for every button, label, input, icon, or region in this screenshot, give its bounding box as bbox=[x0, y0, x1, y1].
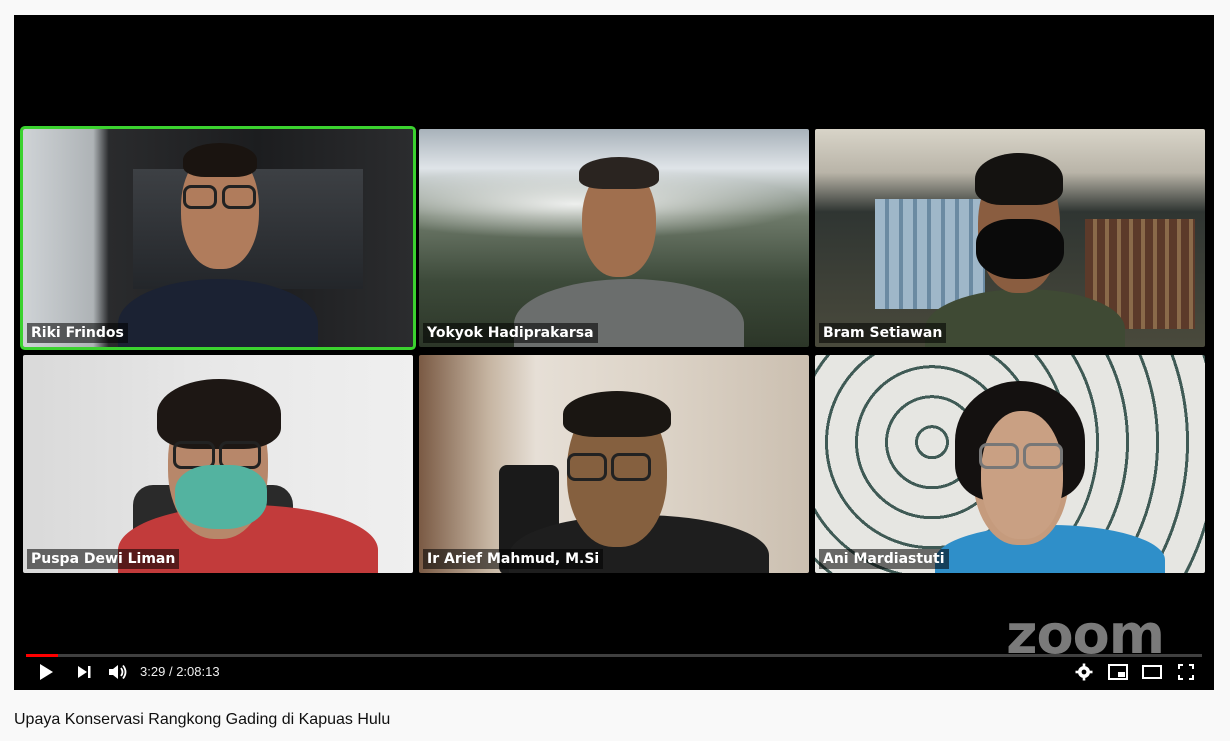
participant-name: Ani Mardiastuti bbox=[819, 549, 949, 569]
participant-name: Puspa Dewi Liman bbox=[27, 549, 180, 569]
time-display: 3:29 / 2:08:13 bbox=[140, 664, 220, 679]
participant-tile-ani-mardiastuti: Ani Mardiastuti bbox=[815, 355, 1205, 573]
video-title: Upaya Konservasi Rangkong Gading di Kapu… bbox=[14, 711, 391, 728]
fullscreen-icon[interactable] bbox=[1174, 660, 1198, 684]
participant-tile-arief-mahmud: Ir Arief Mahmud, M.Si bbox=[419, 355, 809, 573]
participant-name: Riki Frindos bbox=[27, 323, 128, 343]
time-separator: / bbox=[168, 664, 173, 679]
volume-icon[interactable] bbox=[106, 660, 130, 684]
next-icon[interactable] bbox=[72, 660, 96, 684]
video-player[interactable]: Riki Frindos Yokyok Hadiprakarsa Bram Se… bbox=[14, 15, 1214, 690]
settings-icon[interactable] bbox=[1072, 660, 1096, 684]
time-total: 2:08:13 bbox=[176, 664, 220, 679]
player-controls: 3:29 / 2:08:13 bbox=[14, 654, 1214, 690]
participant-name: Bram Setiawan bbox=[819, 323, 947, 343]
participant-tile-yokyok-hadiprakarsa: Yokyok Hadiprakarsa bbox=[419, 129, 809, 347]
participant-tile-puspa-dewi-liman: Puspa Dewi Liman bbox=[23, 355, 413, 573]
participant-name: Yokyok Hadiprakarsa bbox=[423, 323, 598, 343]
participant-tile-bram-setiawan: Bram Setiawan bbox=[815, 129, 1205, 347]
play-icon[interactable] bbox=[34, 660, 58, 684]
time-current: 3:29 bbox=[140, 664, 166, 679]
miniplayer-icon[interactable] bbox=[1106, 660, 1130, 684]
participant-tile-riki-frindos: Riki Frindos bbox=[23, 129, 413, 347]
participant-name: Ir Arief Mahmud, M.Si bbox=[423, 549, 604, 569]
theater-icon[interactable] bbox=[1140, 660, 1164, 684]
